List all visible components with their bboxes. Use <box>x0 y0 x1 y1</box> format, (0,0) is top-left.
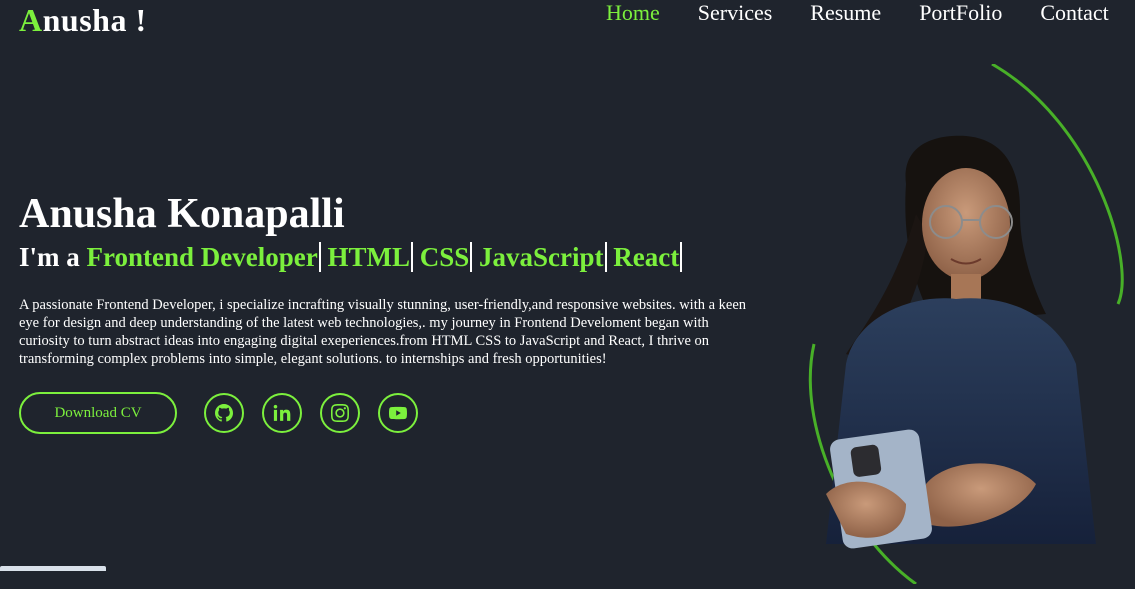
logo-initial: A <box>19 2 43 38</box>
site-logo[interactable]: Anusha ! <box>19 2 147 39</box>
hero-actions: Download CV <box>19 392 779 434</box>
youtube-icon <box>389 406 407 420</box>
social-links <box>204 393 418 433</box>
hero-name: Anusha Konapalli <box>19 191 345 237</box>
hero-role-line: I'm a Frontend Developer HTML CSS JavaSc… <box>19 240 779 274</box>
nav-link-services[interactable]: Services <box>698 0 773 26</box>
profile-photo-graphic <box>808 62 1124 586</box>
nav-link-contact[interactable]: Contact <box>1040 0 1108 26</box>
logo-text: nusha ! <box>42 2 147 38</box>
nav-link-home[interactable]: Home <box>606 0 660 26</box>
github-icon <box>215 404 233 422</box>
role-item: CSS <box>419 242 473 272</box>
github-link[interactable] <box>204 393 244 433</box>
nav-links: Home Services Resume PortFolio Contact <box>606 0 1135 26</box>
scroll-indicator <box>0 566 106 571</box>
hero-section: Anusha Konapalli I'm a Frontend Develope… <box>19 190 779 434</box>
instagram-icon <box>331 404 349 422</box>
profile-photo <box>806 62 1126 586</box>
role-item: Frontend Developer <box>86 242 321 272</box>
youtube-link[interactable] <box>378 393 418 433</box>
role-list: Frontend Developer HTML CSS JavaScript R… <box>86 242 683 272</box>
role-item: HTML <box>327 242 413 272</box>
linkedin-icon <box>273 404 291 421</box>
nav-link-portfolio[interactable]: PortFolio <box>919 0 1002 26</box>
download-cv-button[interactable]: Download CV <box>19 392 177 434</box>
instagram-link[interactable] <box>320 393 360 433</box>
role-item: JavaScript <box>479 242 607 272</box>
role-item: React <box>613 242 683 272</box>
linkedin-link[interactable] <box>262 393 302 433</box>
hero-description: A passionate Frontend Developer, i speci… <box>19 297 747 367</box>
navbar: Anusha ! Home Services Resume PortFolio … <box>0 0 1135 46</box>
nav-link-resume[interactable]: Resume <box>810 0 881 26</box>
role-prefix: I'm a <box>19 242 80 272</box>
